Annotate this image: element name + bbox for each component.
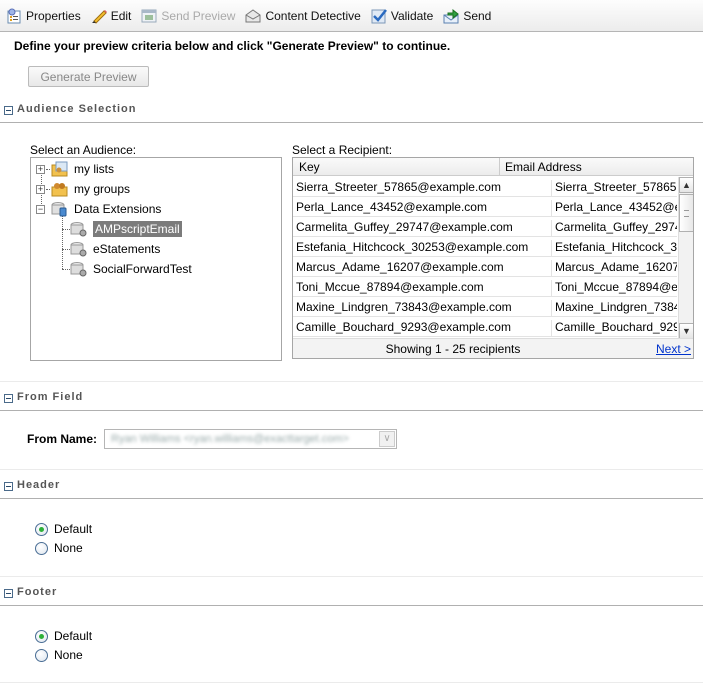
- scroll-thumb[interactable]: [679, 194, 693, 232]
- checkmark-icon: [371, 8, 387, 24]
- table-row[interactable]: Perla_Lance_43452@example.com Perla_Lance…: [293, 197, 677, 217]
- expand-icon[interactable]: +: [36, 164, 45, 174]
- table-row[interactable]: Maxine_Lindgren_73843@example.com Maxine_…: [293, 297, 677, 317]
- section-title: From Field: [17, 391, 84, 403]
- collapse-icon[interactable]: [4, 394, 13, 403]
- column-header-email[interactable]: Email Address: [505, 160, 582, 174]
- key-cell: Carmelita_Guffey_29747@example.com: [296, 220, 513, 234]
- pencil-icon: [91, 8, 107, 24]
- next-page-link[interactable]: Next >: [656, 342, 691, 356]
- groups-folder-icon: [51, 181, 69, 197]
- header-default-radio[interactable]: [35, 522, 48, 536]
- email-cell: Sierra_Streeter_57865@example.com: [551, 180, 677, 196]
- footer-none-radio[interactable]: [35, 648, 48, 662]
- database-icon: [70, 221, 88, 237]
- properties-icon: [6, 8, 22, 24]
- key-cell: Camille_Bouchard_9293@example.com: [296, 320, 511, 334]
- grid-footer: Showing 1 - 25 recipients Next >: [293, 338, 693, 358]
- from-name-value: Ryan Williams <ryan.williams@exacttarget…: [111, 433, 349, 445]
- database-icon: [70, 241, 88, 257]
- email-cell: Maxine_Lindgren_73843@example.com: [551, 300, 677, 316]
- tree-node-data-extensions[interactable]: − Data Extensions: [36, 200, 161, 218]
- audience-section-header[interactable]: Audience Selection: [0, 101, 703, 123]
- from-field-section-header[interactable]: From Field: [0, 389, 703, 411]
- collapse-icon[interactable]: [4, 482, 13, 491]
- recipient-count-status: Showing 1 - 25 recipients: [385, 342, 521, 356]
- table-row[interactable]: Estefania_Hitchcock_30253@example.com Est…: [293, 237, 677, 257]
- table-row[interactable]: Marcus_Adame_16207@example.com Marcus_Ada…: [293, 257, 677, 277]
- data-extensions-icon: [51, 201, 69, 217]
- envelope-icon: [245, 8, 261, 24]
- expand-icon[interactable]: +: [36, 184, 45, 194]
- properties-button[interactable]: Properties: [6, 8, 81, 24]
- tree-node-estatements[interactable]: eStatements: [70, 240, 160, 258]
- toolbar: Properties Edit Send Preview Content Det…: [0, 0, 703, 32]
- scroll-down-icon[interactable]: ▼: [679, 323, 693, 339]
- key-cell: Estefania_Hitchcock_30253@example.com: [296, 240, 529, 254]
- key-cell: Perla_Lance_43452@example.com: [296, 200, 487, 214]
- header-section-header[interactable]: Header: [0, 477, 703, 499]
- key-cell: Sierra_Streeter_57865@example.com: [296, 180, 501, 194]
- header-default-option[interactable]: Default: [35, 521, 92, 537]
- email-cell: Estefania_Hitchcock_30253@example.com: [551, 240, 677, 256]
- header-none-radio[interactable]: [35, 541, 48, 555]
- key-cell: Marcus_Adame_16207@example.com: [296, 260, 504, 274]
- from-name-select[interactable]: Ryan Williams <ryan.williams@exacttarget…: [104, 429, 397, 449]
- audience-tree: + my lists + my groups − Data Extensions…: [30, 157, 282, 361]
- edit-button[interactable]: Edit: [91, 8, 131, 24]
- email-cell: Perla_Lance_43452@example.com: [551, 200, 677, 216]
- tree-node-my-lists[interactable]: + my lists: [36, 160, 114, 178]
- email-cell: Camille_Bouchard_9293@example.com: [551, 320, 677, 336]
- scroll-up-icon[interactable]: ▲: [679, 177, 693, 193]
- tree-node-ampscriptemail[interactable]: AMPscriptEmail: [70, 220, 182, 238]
- content-detective-button[interactable]: Content Detective: [245, 8, 361, 24]
- table-row[interactable]: Camille_Bouchard_9293@example.com Camille…: [293, 317, 677, 337]
- select-audience-label: Select an Audience:: [30, 143, 137, 157]
- vertical-scrollbar[interactable]: ▲ ▼: [678, 177, 693, 339]
- recipient-grid: Key Email Address Sierra_Streeter_57865@…: [292, 157, 694, 359]
- lists-folder-icon: [51, 161, 69, 177]
- header-none-option[interactable]: None: [35, 540, 83, 556]
- database-icon: [70, 261, 88, 277]
- section-title: Header: [17, 479, 61, 491]
- grid-header: Key Email Address: [293, 158, 693, 176]
- select-recipient-label: Select a Recipient:: [292, 143, 393, 157]
- send-button[interactable]: Send: [443, 8, 491, 24]
- key-cell: Maxine_Lindgren_73843@example.com: [296, 300, 512, 314]
- email-cell: Marcus_Adame_16207@example.com: [551, 260, 677, 276]
- send-preview-button[interactable]: Send Preview: [141, 8, 235, 24]
- collapse-icon[interactable]: [4, 106, 13, 115]
- tree-node-my-groups[interactable]: + my groups: [36, 180, 130, 198]
- email-cell: Toni_Mccue_87894@example.com: [551, 280, 677, 296]
- key-cell: Toni_Mccue_87894@example.com: [296, 280, 484, 294]
- send-preview-icon: [141, 8, 157, 24]
- column-header-key[interactable]: Key: [299, 160, 320, 174]
- from-name-label: From Name:: [27, 432, 98, 446]
- collapse-icon[interactable]: [4, 589, 13, 598]
- tree-node-socialforwardtest[interactable]: SocialForwardTest: [70, 260, 192, 278]
- validate-button[interactable]: Validate: [371, 8, 433, 24]
- generate-preview-button[interactable]: Generate Preview: [28, 66, 149, 87]
- table-row[interactable]: Sierra_Streeter_57865@example.com Sierra_…: [293, 177, 677, 197]
- section-title: Footer: [17, 586, 58, 598]
- footer-default-radio[interactable]: [35, 629, 48, 643]
- table-row[interactable]: Toni_Mccue_87894@example.com Toni_Mccue_8…: [293, 277, 677, 297]
- table-row[interactable]: Carmelita_Guffey_29747@example.com Carmel…: [293, 217, 677, 237]
- footer-section-header[interactable]: Footer: [0, 584, 703, 606]
- section-title: Audience Selection: [17, 103, 137, 115]
- chevron-down-icon[interactable]: ∨: [379, 431, 395, 447]
- email-cell: Carmelita_Guffey_29747@example.com: [551, 220, 677, 236]
- collapse-icon[interactable]: −: [36, 204, 45, 214]
- send-icon: [443, 8, 460, 24]
- footer-none-option[interactable]: None: [35, 647, 83, 663]
- intro-text: Define your preview criteria below and c…: [14, 39, 451, 53]
- footer-default-option[interactable]: Default: [35, 628, 92, 644]
